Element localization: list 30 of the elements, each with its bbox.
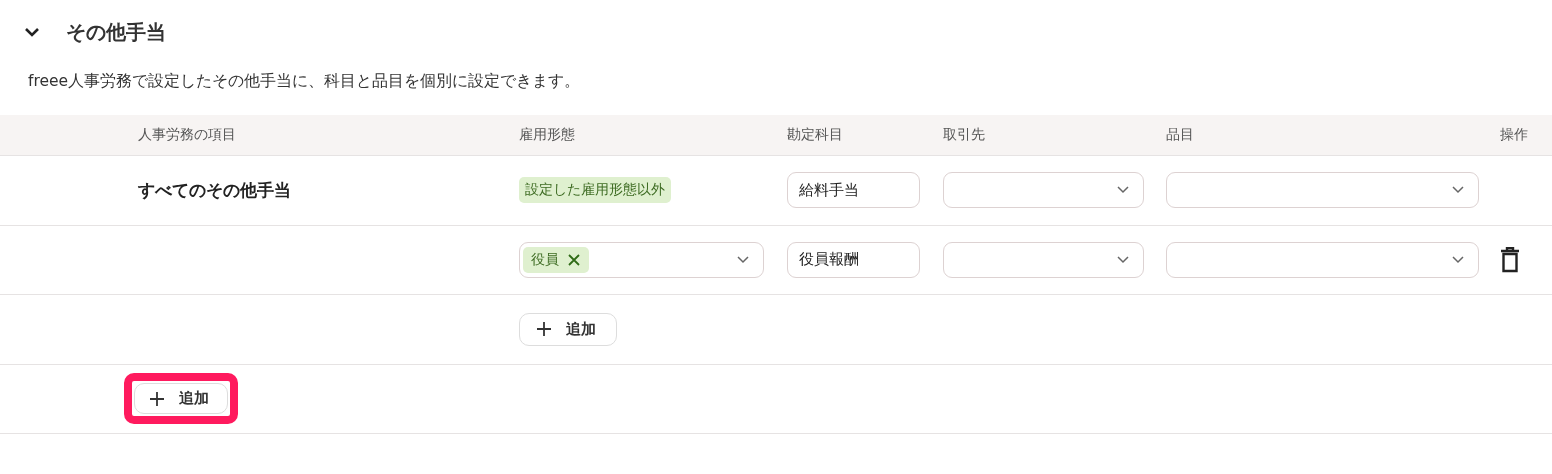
close-icon[interactable] <box>567 252 581 267</box>
tag: 設定した雇用形態以外 <box>519 177 671 204</box>
row-label: すべてのその他手当 <box>138 178 291 202</box>
column-header: 人事労務の項目 <box>138 126 237 144</box>
account-field[interactable]: 給料手当 <box>787 172 920 209</box>
add-button[interactable]: 追加 <box>134 383 228 415</box>
column-header: 雇用形態 <box>519 126 576 144</box>
tag: 役員 <box>523 246 589 273</box>
item-select[interactable] <box>1166 241 1479 278</box>
caret-icon <box>1452 255 1464 264</box>
section-description: freee人事労務で設定したその他手当に、科目と品目を個別に設定できます。 <box>28 71 582 92</box>
partner-select[interactable] <box>943 241 1144 278</box>
add-button[interactable]: 追加 <box>519 312 617 346</box>
caret-icon <box>1117 255 1129 264</box>
column-header: 勘定科目 <box>787 126 844 144</box>
item-select[interactable] <box>1166 172 1479 209</box>
plus-icon <box>536 321 552 338</box>
section-title: その他手当 <box>66 18 166 46</box>
caret-icon <box>1452 186 1464 195</box>
column-header: 操作 <box>1500 126 1529 144</box>
column-header: 品目 <box>1166 126 1195 144</box>
chevron-icon[interactable] <box>24 26 40 38</box>
partner-select[interactable] <box>943 172 1144 209</box>
plus-icon <box>149 390 165 407</box>
column-header: 取引先 <box>943 126 986 144</box>
caret-icon <box>737 255 749 264</box>
caret-icon <box>1117 186 1129 195</box>
delete-icon[interactable] <box>1500 246 1520 273</box>
employment-select[interactable]: 役員 <box>519 241 764 278</box>
account-field[interactable]: 役員報酬 <box>787 241 920 278</box>
